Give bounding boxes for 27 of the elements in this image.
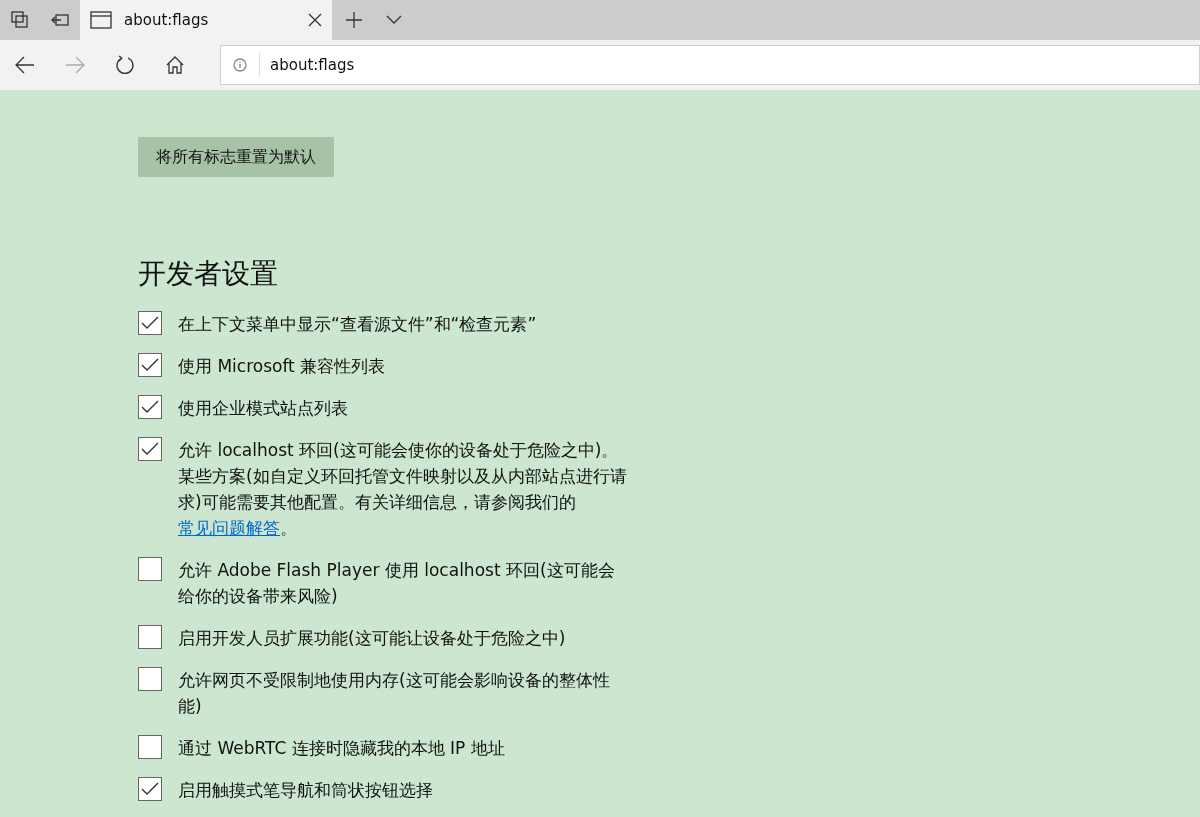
option-label: 允许网页不受限制地使用内存(这可能会影响设备的整体性能) [178, 669, 611, 718]
info-icon[interactable] [233, 58, 247, 72]
checkbox[interactable] [138, 353, 162, 377]
checkbox[interactable] [138, 625, 162, 649]
tab-title: about:flags [124, 11, 210, 29]
close-icon[interactable] [308, 13, 322, 27]
option-label: 启用开发人员扩展功能(这可能让设备处于危险之中) [178, 627, 566, 650]
checkbox[interactable] [138, 777, 162, 801]
section-heading: 开发者设置 [138, 256, 279, 292]
option-label: 在上下文菜单中显示“查看源文件”和“检查元素” [178, 313, 537, 336]
option-label: 允许 localhost 环回(这可能会使你的设备处于危险之中)。某些方案(如自定义环回托管文件映射以及从内部站点进行请求)可能需要其他配置。有关详细信息，请参阅我们的 常见问题解答。 [178, 439, 628, 540]
faq-link[interactable]: 常见问题解答 [178, 518, 280, 538]
checkbox[interactable] [138, 557, 162, 581]
option-label: 通过 WebRTC 连接时隐藏我的本地 IP 地址 [178, 737, 505, 760]
checkbox[interactable] [138, 437, 162, 461]
address-bar[interactable]: about:flags [220, 45, 1200, 85]
reset-flags-button[interactable]: 将所有标志重置为默认 [138, 137, 334, 177]
page-icon [90, 11, 112, 29]
checkbox[interactable] [138, 735, 162, 759]
option-label: 启用触摸式笔导航和筒状按钮选择 [178, 779, 433, 802]
option-label: 使用企业模式站点列表 [178, 397, 348, 420]
option-label: 使用 Microsoft 兼容性列表 [178, 355, 386, 378]
option-label: 允许 Adobe Flash Player 使用 localhost 环回(这可能会给你的设备带来风险) [178, 559, 616, 608]
checkbox[interactable] [138, 311, 162, 335]
checkbox[interactable] [138, 667, 162, 691]
checkbox[interactable] [138, 395, 162, 419]
browser-tab[interactable]: about:flags [80, 0, 332, 40]
